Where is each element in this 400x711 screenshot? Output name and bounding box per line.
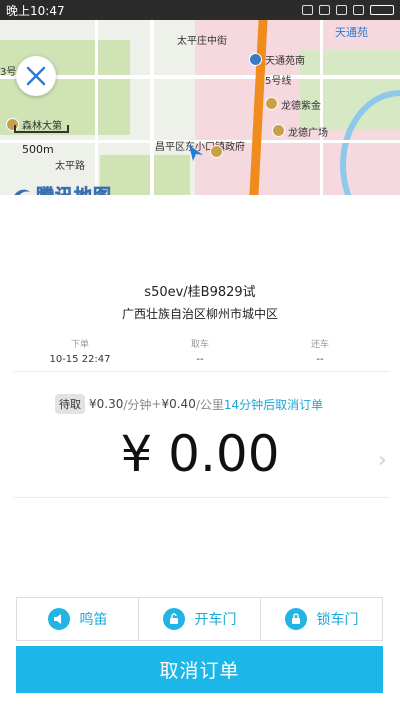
location-arrow-icon (189, 145, 203, 161)
horn-button[interactable]: 鸣笛 (17, 598, 139, 640)
order-col-value: -- (316, 354, 324, 365)
lock-door-label: 锁车门 (316, 612, 359, 628)
map-label: 太平庄中街 (177, 36, 227, 47)
divider (14, 371, 390, 372)
map-label: 龙德广场 (288, 128, 328, 139)
total-price[interactable]: ¥ 0.00 (0, 425, 400, 483)
map-label: 天通苑 (335, 26, 368, 39)
poi-icon (272, 124, 285, 137)
sim-icon (336, 5, 347, 15)
order-col-caption: 还车 (310, 340, 329, 350)
map-scale-bar (14, 125, 69, 133)
metro-station-icon (249, 53, 262, 66)
alarm-icon (302, 5, 313, 15)
map-road (150, 20, 154, 195)
per-km-unit: /公里 (195, 397, 224, 412)
open-door-label: 开车门 (194, 612, 237, 628)
wifi-icon (319, 5, 330, 15)
fee-rate-line: 待取 ¥0.30 /分钟 + ¥0.40 /公里 14分钟后取消订单 (55, 394, 323, 414)
map-road (95, 20, 98, 195)
per-km-price: ¥0.40 (161, 397, 196, 411)
unlock-icon (162, 608, 185, 630)
open-door-button[interactable]: 开车门 (139, 598, 261, 640)
order-col-pickup: 取车 -- (150, 337, 250, 365)
poi-icon (265, 97, 278, 110)
vehicle-plate: s50ev/桂B9829试 (144, 285, 256, 300)
map-label: 太平路 (55, 161, 85, 172)
order-col-caption: 下单 (70, 340, 89, 350)
map-park-zone (100, 155, 190, 195)
order-col-value: -- (196, 354, 204, 365)
signal-icon (353, 5, 364, 15)
poi-icon (210, 145, 223, 158)
vehicle-controls: 鸣笛 开车门 锁车门 (16, 597, 383, 641)
tencent-map-logo-icon (14, 189, 30, 195)
status-badge: 待取 (55, 394, 85, 414)
battery-icon (370, 5, 394, 15)
lock-door-button[interactable]: 锁车门 (261, 598, 382, 640)
map-brand-logo: 腾讯地图 (10, 182, 112, 195)
fee-plus: + (151, 397, 162, 411)
order-col-return: 还车 -- (270, 337, 370, 365)
horn-label: 鸣笛 (79, 612, 108, 628)
map-road (0, 75, 400, 79)
vehicle-address: 广西壮族自治区柳州市城中区 (121, 307, 278, 321)
status-icons (302, 5, 394, 15)
order-col-value: 10-15 22:47 (49, 354, 111, 365)
per-minute-price: ¥0.30 (89, 397, 124, 411)
close-button[interactable] (16, 56, 56, 96)
cancel-notice: 14分钟后取消订单 (223, 397, 324, 412)
map-scale-label: 500m (22, 143, 54, 156)
lock-icon (284, 608, 307, 630)
map-label: 5号线 (265, 76, 292, 87)
map-view[interactable]: 太平庄中街 天通苑 天通苑南 5号线 龙德紫金 龙德广场 森林大第 3号线 昌平… (0, 20, 400, 195)
order-timeline: 下单 10-15 22:47 取车 -- 还车 -- (10, 337, 390, 365)
divider (14, 497, 390, 498)
order-col-caption: 取车 (190, 340, 209, 350)
per-minute-unit: /分钟 (123, 397, 152, 412)
cancel-order-button[interactable]: 取消订单 (16, 646, 383, 693)
chevron-right-icon[interactable]: › (378, 448, 387, 473)
status-bar: 晚上10:47 (0, 0, 400, 20)
close-icon (26, 66, 46, 86)
map-brand-text: 腾讯地图 (36, 182, 112, 195)
order-col-placed: 下单 10-15 22:47 (30, 337, 130, 365)
speaker-icon (47, 608, 70, 630)
status-time: 晚上10:47 (6, 3, 65, 18)
map-label: 龙德紫金 (281, 101, 321, 112)
map-label: 天通苑南 (265, 56, 305, 67)
